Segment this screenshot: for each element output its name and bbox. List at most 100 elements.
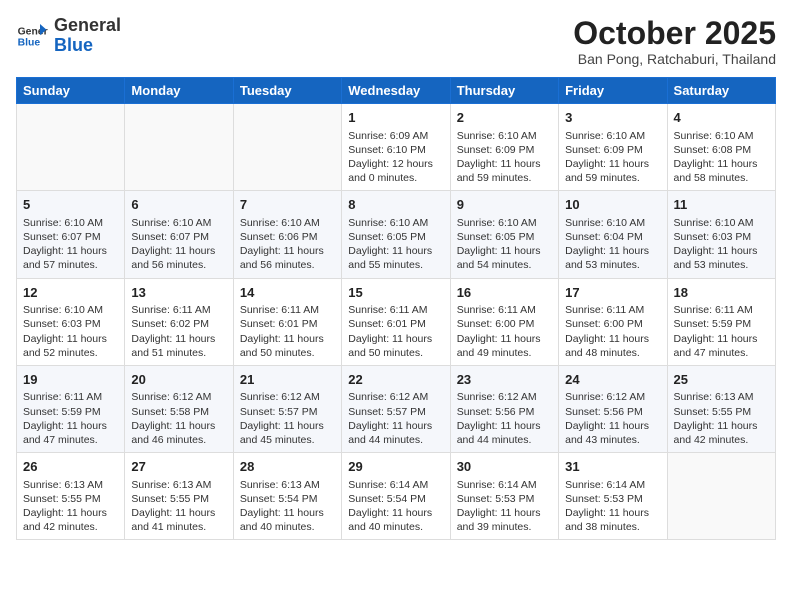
day-info: Sunrise: 6:10 AM Sunset: 6:06 PM Dayligh… bbox=[240, 216, 335, 273]
day-number: 20 bbox=[131, 371, 226, 389]
calendar-cell: 24Sunrise: 6:12 AM Sunset: 5:56 PM Dayli… bbox=[559, 365, 667, 452]
day-info: Sunrise: 6:11 AM Sunset: 6:01 PM Dayligh… bbox=[348, 303, 443, 360]
calendar-cell: 8Sunrise: 6:10 AM Sunset: 6:05 PM Daylig… bbox=[342, 191, 450, 278]
calendar-cell: 1 Sunrise: 6:09 AM Sunset: 6:10 PM Daylig… bbox=[342, 104, 450, 191]
day-info: Sunrise: 6:11 AM Sunset: 5:59 PM Dayligh… bbox=[674, 303, 769, 360]
day-info: Sunrise: 6:11 AM Sunset: 6:00 PM Dayligh… bbox=[457, 303, 552, 360]
calendar-cell: 10 Sunrise: 6:10 AM Sunset: 6:04 PM Dayli… bbox=[559, 191, 667, 278]
svg-text:Blue: Blue bbox=[18, 37, 41, 48]
day-number: 1 bbox=[348, 109, 443, 127]
day-info: Sunrise: 6:12 AM Sunset: 5:56 PM Dayligh… bbox=[565, 390, 660, 447]
logo: General Blue General Blue bbox=[16, 16, 121, 56]
day-number: 9 bbox=[457, 196, 552, 214]
day-number: 27 bbox=[131, 458, 226, 476]
calendar-cell: 17Sunrise: 6:11 AM Sunset: 6:00 PM Dayli… bbox=[559, 278, 667, 365]
calendar-cell bbox=[125, 104, 233, 191]
calendar-cell: 5Sunrise: 6:10 AM Sunset: 6:07 PM Daylig… bbox=[17, 191, 125, 278]
calendar-cell: 23Sunrise: 6:12 AM Sunset: 5:56 PM Dayli… bbox=[450, 365, 558, 452]
calendar-cell: 31Sunrise: 6:14 AM Sunset: 5:53 PM Dayli… bbox=[559, 453, 667, 540]
day-info: Sunrise: 6:11 AM Sunset: 6:02 PM Dayligh… bbox=[131, 303, 226, 360]
day-info: Sunrise: 6:13 AM Sunset: 5:55 PM Dayligh… bbox=[674, 390, 769, 447]
calendar-cell: 27 Sunrise: 6:13 AM Sunset: 5:55 PM Dayli… bbox=[125, 453, 233, 540]
weekday-header-monday: Monday bbox=[125, 78, 233, 104]
weekday-header-saturday: Saturday bbox=[667, 78, 775, 104]
calendar-cell: 12Sunrise: 6:10 AM Sunset: 6:03 PM Dayli… bbox=[17, 278, 125, 365]
day-number: 2 bbox=[457, 109, 552, 127]
day-number: 26 bbox=[23, 458, 118, 476]
day-number: 21 bbox=[240, 371, 335, 389]
day-info: Sunrise: 6:13 AM Sunset: 5:55 PM Dayligh… bbox=[23, 478, 118, 535]
logo-blue-text: Blue bbox=[54, 35, 93, 55]
calendar-cell: 11Sunrise: 6:10 AM Sunset: 6:03 PM Dayli… bbox=[667, 191, 775, 278]
weekday-header-thursday: Thursday bbox=[450, 78, 558, 104]
calendar-week-5: 26 Sunrise: 6:13 AM Sunset: 5:55 PM Dayli… bbox=[17, 453, 776, 540]
calendar-cell: 25Sunrise: 6:13 AM Sunset: 5:55 PM Dayli… bbox=[667, 365, 775, 452]
day-number: 7 bbox=[240, 196, 335, 214]
weekday-header-friday: Friday bbox=[559, 78, 667, 104]
day-number: 22 bbox=[348, 371, 443, 389]
day-info: Sunrise: 6:11 AM Sunset: 6:01 PM Dayligh… bbox=[240, 303, 335, 360]
day-number: 4 bbox=[674, 109, 769, 127]
day-number: 16 bbox=[457, 284, 552, 302]
day-info: Sunrise: 6:13 AM Sunset: 5:55 PM Dayligh… bbox=[131, 478, 226, 535]
day-info: Sunrise: 6:10 AM Sunset: 6:07 PM Dayligh… bbox=[131, 216, 226, 273]
calendar-cell: 30 Sunrise: 6:14 AM Sunset: 5:53 PM Dayli… bbox=[450, 453, 558, 540]
day-number: 30 bbox=[457, 458, 552, 476]
day-number: 12 bbox=[23, 284, 118, 302]
calendar-cell: 20Sunrise: 6:12 AM Sunset: 5:58 PM Dayli… bbox=[125, 365, 233, 452]
calendar-table: SundayMondayTuesdayWednesdayThursdayFrid… bbox=[16, 77, 776, 540]
calendar-week-3: 12Sunrise: 6:10 AM Sunset: 6:03 PM Dayli… bbox=[17, 278, 776, 365]
calendar-cell: 18Sunrise: 6:11 AM Sunset: 5:59 PM Dayli… bbox=[667, 278, 775, 365]
calendar-cell: 9 Sunrise: 6:10 AM Sunset: 6:05 PM Daylig… bbox=[450, 191, 558, 278]
calendar-cell: 29 Sunrise: 6:14 AM Sunset: 5:54 PM Dayli… bbox=[342, 453, 450, 540]
day-number: 14 bbox=[240, 284, 335, 302]
page-header: General Blue General Blue October 2025 B… bbox=[16, 16, 776, 67]
day-number: 5 bbox=[23, 196, 118, 214]
calendar-cell: 28Sunrise: 6:13 AM Sunset: 5:54 PM Dayli… bbox=[233, 453, 341, 540]
weekday-header-sunday: Sunday bbox=[17, 78, 125, 104]
day-info: Sunrise: 6:11 AM Sunset: 6:00 PM Dayligh… bbox=[565, 303, 660, 360]
day-info: Sunrise: 6:14 AM Sunset: 5:54 PM Dayligh… bbox=[348, 478, 443, 535]
calendar-cell: 6Sunrise: 6:10 AM Sunset: 6:07 PM Daylig… bbox=[125, 191, 233, 278]
day-info: Sunrise: 6:09 AM Sunset: 6:10 PM Dayligh… bbox=[348, 129, 443, 186]
day-number: 18 bbox=[674, 284, 769, 302]
day-number: 10 bbox=[565, 196, 660, 214]
day-info: Sunrise: 6:12 AM Sunset: 5:57 PM Dayligh… bbox=[240, 390, 335, 447]
month-title: October 2025 bbox=[573, 16, 776, 51]
day-info: Sunrise: 6:14 AM Sunset: 5:53 PM Dayligh… bbox=[457, 478, 552, 535]
day-info: Sunrise: 6:10 AM Sunset: 6:03 PM Dayligh… bbox=[23, 303, 118, 360]
weekday-header-row: SundayMondayTuesdayWednesdayThursdayFrid… bbox=[17, 78, 776, 104]
day-info: Sunrise: 6:11 AM Sunset: 5:59 PM Dayligh… bbox=[23, 390, 118, 447]
day-info: Sunrise: 6:10 AM Sunset: 6:08 PM Dayligh… bbox=[674, 129, 769, 186]
calendar-cell: 3Sunrise: 6:10 AM Sunset: 6:09 PM Daylig… bbox=[559, 104, 667, 191]
calendar-week-4: 19Sunrise: 6:11 AM Sunset: 5:59 PM Dayli… bbox=[17, 365, 776, 452]
calendar-cell: 21Sunrise: 6:12 AM Sunset: 5:57 PM Dayli… bbox=[233, 365, 341, 452]
day-number: 31 bbox=[565, 458, 660, 476]
logo-general-text: General bbox=[54, 15, 121, 35]
logo-icon: General Blue bbox=[16, 20, 48, 52]
day-number: 8 bbox=[348, 196, 443, 214]
calendar-cell: 16Sunrise: 6:11 AM Sunset: 6:00 PM Dayli… bbox=[450, 278, 558, 365]
day-info: Sunrise: 6:10 AM Sunset: 6:09 PM Dayligh… bbox=[457, 129, 552, 186]
day-number: 15 bbox=[348, 284, 443, 302]
day-info: Sunrise: 6:10 AM Sunset: 6:04 PM Dayligh… bbox=[565, 216, 660, 273]
day-number: 13 bbox=[131, 284, 226, 302]
title-block: October 2025 Ban Pong, Ratchaburi, Thail… bbox=[573, 16, 776, 67]
day-number: 3 bbox=[565, 109, 660, 127]
day-info: Sunrise: 6:10 AM Sunset: 6:05 PM Dayligh… bbox=[457, 216, 552, 273]
calendar-cell: 19Sunrise: 6:11 AM Sunset: 5:59 PM Dayli… bbox=[17, 365, 125, 452]
calendar-cell bbox=[667, 453, 775, 540]
calendar-cell bbox=[17, 104, 125, 191]
calendar-cell bbox=[233, 104, 341, 191]
day-number: 29 bbox=[348, 458, 443, 476]
calendar-cell: 4 Sunrise: 6:10 AM Sunset: 6:08 PM Daylig… bbox=[667, 104, 775, 191]
day-number: 25 bbox=[674, 371, 769, 389]
weekday-header-tuesday: Tuesday bbox=[233, 78, 341, 104]
calendar-cell: 7 Sunrise: 6:10 AM Sunset: 6:06 PM Daylig… bbox=[233, 191, 341, 278]
day-number: 23 bbox=[457, 371, 552, 389]
calendar-cell: 22Sunrise: 6:12 AM Sunset: 5:57 PM Dayli… bbox=[342, 365, 450, 452]
day-number: 24 bbox=[565, 371, 660, 389]
day-info: Sunrise: 6:12 AM Sunset: 5:56 PM Dayligh… bbox=[457, 390, 552, 447]
day-info: Sunrise: 6:12 AM Sunset: 5:58 PM Dayligh… bbox=[131, 390, 226, 447]
day-number: 17 bbox=[565, 284, 660, 302]
